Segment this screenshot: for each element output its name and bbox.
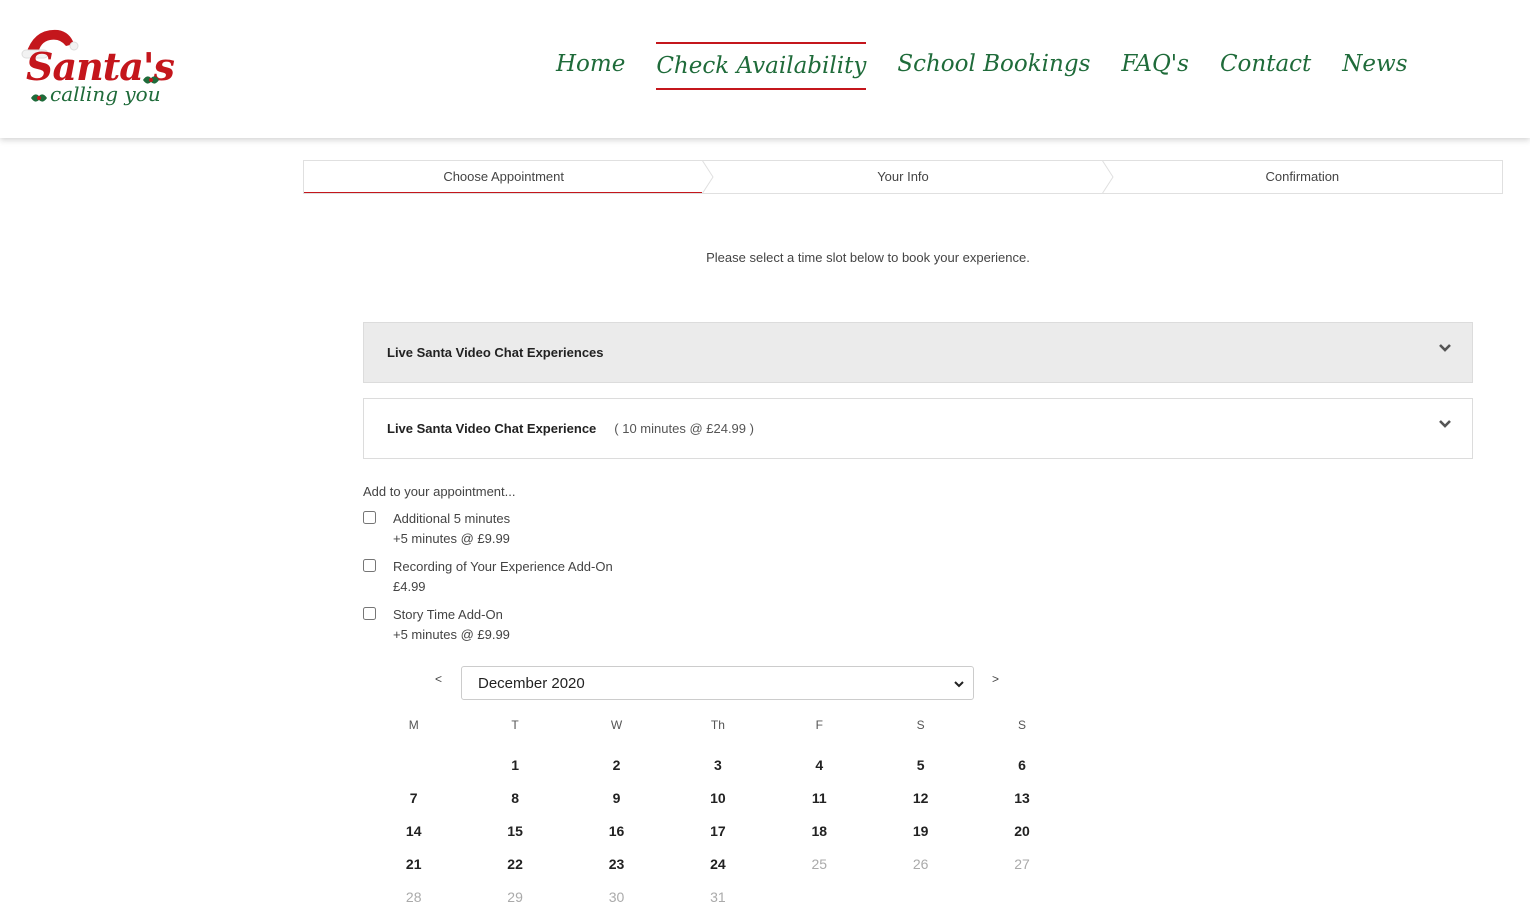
- calendar-grid: M T W Th F S S 1 2 3 4 5 6 7 8 9 10 11 12 13 14 15 16 17…: [363, 716, 1073, 914]
- accordion-title: Live Santa Video Chat Experiences: [387, 345, 604, 360]
- calendar-day[interactable]: 23: [566, 848, 667, 881]
- calendar-empty-cell: [870, 881, 971, 914]
- chevron-down-icon[interactable]: [1438, 417, 1452, 431]
- next-month-button[interactable]: >: [992, 672, 999, 686]
- calendar-day-unavailable: 29: [507, 889, 523, 905]
- site-header: Santa's calling you Home Check Availabil…: [0, 0, 1530, 138]
- calendar-empty-cell: [769, 881, 870, 914]
- step-label: Choose Appointment: [443, 169, 565, 184]
- addon-label: Story Time Add-On: [393, 607, 503, 622]
- weekday-label: S: [916, 718, 925, 732]
- calendar-day[interactable]: 13: [971, 782, 1072, 815]
- calendar-day-unavailable: 30: [608, 889, 625, 905]
- calendar-day-unavailable: 27: [1014, 856, 1030, 872]
- accordion-price: ( 10 minutes @ £24.99 ): [614, 421, 754, 436]
- calendar-day[interactable]: 24: [667, 848, 768, 881]
- addons-heading: Add to your appointment...: [363, 484, 516, 499]
- prev-month-button[interactable]: <: [435, 672, 442, 686]
- calendar-day[interactable]: 7: [363, 782, 464, 815]
- weekday-label: Th: [710, 718, 725, 732]
- calendar-day[interactable]: 21: [363, 848, 464, 881]
- addon-price: +5 minutes @ £9.99: [393, 531, 510, 546]
- step-choose-appointment: Choose Appointment: [304, 160, 714, 194]
- calendar-day[interactable]: 18: [769, 815, 870, 848]
- addon-recording: Recording of Your Experience Add-On £4.9…: [363, 557, 613, 597]
- calendar-day[interactable]: 3: [667, 749, 768, 782]
- step-label: Your Info: [877, 169, 929, 184]
- nav-faqs[interactable]: FAQ's: [1121, 42, 1189, 90]
- site-logo[interactable]: Santa's calling you: [20, 24, 175, 114]
- addon-story-time: Story Time Add-On +5 minutes @ £9.99: [363, 605, 613, 645]
- addon-label: Recording of Your Experience Add-On: [393, 559, 613, 574]
- calendar-day[interactable]: 5: [870, 749, 971, 782]
- calendar-day-unavailable: 28: [405, 889, 422, 905]
- main-nav: Home Check Availability School Bookings …: [556, 42, 1439, 90]
- month-select[interactable]: December 2020: [461, 666, 974, 700]
- calendar-day[interactable]: 20: [971, 815, 1072, 848]
- addon-price: +5 minutes @ £9.99: [393, 627, 510, 642]
- chevron-down-icon: [954, 681, 964, 688]
- addon-checkbox[interactable]: [363, 559, 376, 572]
- calendar-day-unavailable: 31: [710, 889, 726, 905]
- calendar-day[interactable]: 8: [464, 782, 565, 815]
- addons-section: Add to your appointment... Additional 5 …: [363, 484, 613, 653]
- accordion-experiences[interactable]: Live Santa Video Chat Experiences: [363, 322, 1473, 383]
- calendar-day-unavailable: 26: [912, 856, 929, 872]
- calendar-day[interactable]: 6: [971, 749, 1072, 782]
- nav-check-availability[interactable]: Check Availability: [656, 42, 867, 90]
- calendar-day[interactable]: 4: [769, 749, 870, 782]
- month-select-value: December 2020: [478, 674, 585, 692]
- addon-price: £4.99: [393, 579, 426, 594]
- calendar-day[interactable]: 11: [769, 782, 870, 815]
- nav-home[interactable]: Home: [556, 42, 625, 90]
- calendar-day[interactable]: 14: [363, 815, 464, 848]
- accordion-title: Live Santa Video Chat Experience: [387, 421, 597, 436]
- calendar-day[interactable]: 22: [464, 848, 565, 881]
- holly-icon: [143, 76, 159, 84]
- calendar-empty-cell: [971, 881, 1072, 914]
- chevron-right-icon: [701, 160, 714, 194]
- step-label: Confirmation: [1265, 169, 1340, 184]
- addon-additional-minutes: Additional 5 minutes +5 minutes @ £9.99: [363, 509, 613, 549]
- chevron-right-icon: [1101, 160, 1114, 194]
- nav-contact[interactable]: Contact: [1220, 42, 1311, 90]
- accordion-experience[interactable]: Live Santa Video Chat Experience ( 10 mi…: [363, 398, 1473, 459]
- calendar-empty-cell: [363, 749, 464, 782]
- nav-school-bookings[interactable]: School Bookings: [897, 42, 1090, 90]
- weekday-label: W: [610, 718, 623, 732]
- weekday-label: S: [1018, 718, 1027, 732]
- holly-icon: [31, 94, 47, 102]
- step-confirmation: Confirmation: [1103, 161, 1502, 193]
- calendar-day-unavailable: 25: [811, 856, 828, 872]
- addon-checkbox[interactable]: [363, 607, 376, 620]
- weekday-label: F: [815, 718, 823, 732]
- booking-steps: Choose Appointment Your Info Confirmatio…: [303, 160, 1503, 194]
- calendar-day[interactable]: 16: [566, 815, 667, 848]
- calendar-day[interactable]: 9: [566, 782, 667, 815]
- nav-news[interactable]: News: [1342, 42, 1407, 90]
- calendar-day[interactable]: 15: [464, 815, 565, 848]
- weekday-label: M: [408, 718, 419, 732]
- calendar-day[interactable]: 2: [566, 749, 667, 782]
- addon-label: Additional 5 minutes: [393, 511, 511, 526]
- calendar-day[interactable]: 1: [464, 749, 565, 782]
- calendar-day[interactable]: 19: [870, 815, 971, 848]
- calendar-day[interactable]: 10: [667, 782, 768, 815]
- intro-text: Please select a time slot below to book …: [706, 250, 1030, 265]
- weekday-label: T: [511, 718, 519, 732]
- step-your-info: Your Info: [703, 160, 1114, 194]
- chevron-down-icon[interactable]: [1438, 341, 1452, 355]
- calendar-day[interactable]: 17: [667, 815, 768, 848]
- calendar-day[interactable]: 12: [870, 782, 971, 815]
- addon-checkbox[interactable]: [363, 511, 376, 524]
